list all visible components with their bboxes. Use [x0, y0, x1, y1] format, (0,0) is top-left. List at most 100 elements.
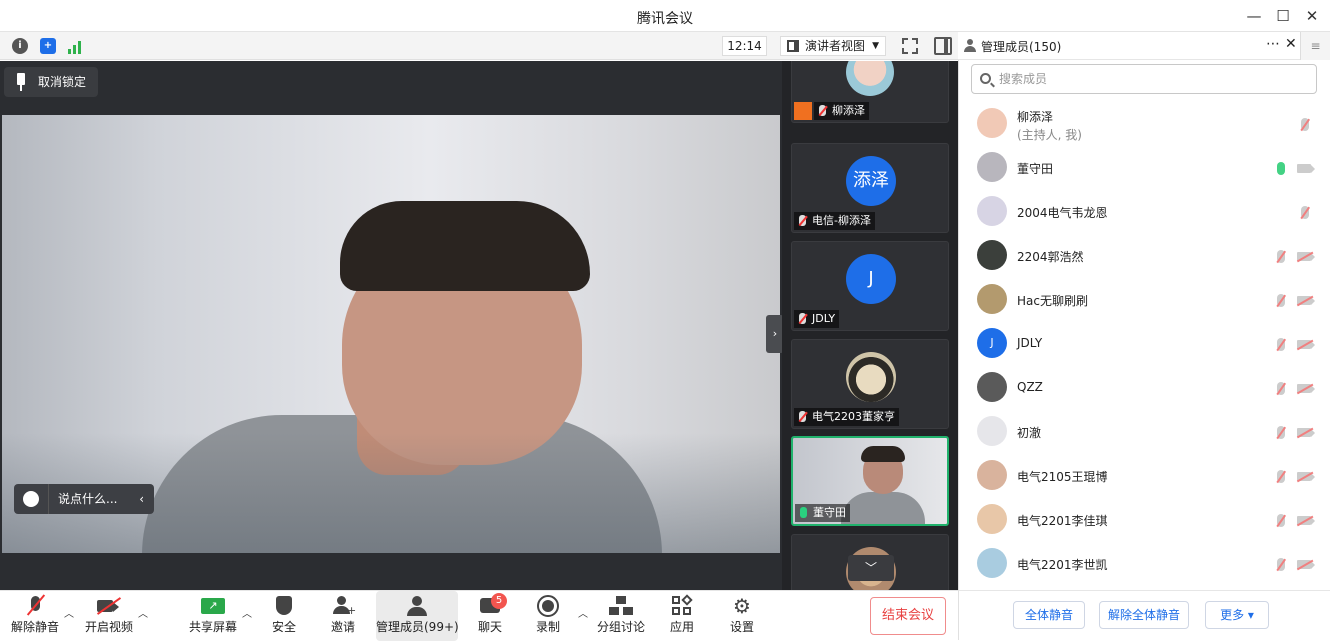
start-video-button[interactable]: 开启视频 — [82, 591, 136, 641]
mic-muted-icon[interactable] — [1277, 382, 1285, 395]
member-panel-header: 管理成员(150) ⋯ ✕ — [958, 32, 1330, 60]
unpin-button[interactable]: 取消锁定 — [4, 67, 99, 97]
quick-chat-box[interactable]: 说点什么... ‹ — [14, 484, 154, 514]
avatar — [977, 372, 1007, 402]
member-row[interactable]: 柳添泽 (主持人, 我) — [959, 102, 1330, 146]
info-icon[interactable]: i — [12, 38, 28, 54]
mic-muted-icon[interactable] — [1301, 118, 1309, 131]
invite-button[interactable]: + 邀请 — [322, 591, 364, 641]
mic-muted-icon[interactable] — [1277, 470, 1285, 483]
avatar — [846, 352, 896, 402]
member-row[interactable]: 电气2105王琨博 — [959, 454, 1330, 498]
member-row[interactable]: Hac无聊刷刷 — [959, 278, 1330, 322]
mic-muted-icon — [799, 313, 806, 324]
signal-icon[interactable] — [68, 40, 84, 54]
video-off-icon[interactable] — [1297, 516, 1311, 525]
member-name: 2204郭浩然 — [1017, 250, 1084, 264]
mic-muted-icon[interactable] — [1277, 294, 1285, 307]
share-screen-button[interactable]: ↗ 共享屏幕 — [186, 591, 240, 641]
chevron-down-icon: ▼ — [872, 41, 879, 51]
maximize-button[interactable]: ☐ — [1273, 6, 1293, 26]
manage-members-button[interactable]: 管理成员(99+) — [376, 591, 459, 641]
participant-thumb[interactable]: ﹀ — [791, 534, 949, 590]
mic-muted-icon[interactable] — [1277, 426, 1285, 439]
emoji-icon[interactable] — [23, 491, 39, 507]
shield-icon[interactable]: + — [40, 38, 56, 54]
menu-icon[interactable]: ≡ — [1300, 32, 1330, 60]
scroll-down-button[interactable]: ﹀ — [848, 555, 894, 581]
meeting-time: 12:14 — [722, 36, 767, 56]
video-off-icon[interactable] — [1297, 560, 1311, 569]
participant-thumb-active[interactable]: 董守田 — [791, 436, 949, 526]
view-selector[interactable]: 演讲者视图 ▼ — [780, 36, 886, 56]
more-options-icon[interactable]: ⋯ — [1266, 36, 1280, 52]
avatar — [846, 61, 894, 96]
member-row[interactable]: 电气2201李佳琪 — [959, 498, 1330, 542]
members-icon — [405, 596, 429, 616]
apps-icon — [670, 594, 694, 616]
record-button[interactable]: 录制 — [528, 591, 568, 641]
host-icon — [794, 102, 812, 120]
avatar — [977, 108, 1007, 138]
participant-thumb[interactable]: J JDLY — [791, 241, 949, 331]
close-panel-icon[interactable]: ✕ — [1285, 36, 1297, 52]
avatar — [977, 240, 1007, 270]
member-name: 董守田 — [1017, 162, 1054, 176]
security-button[interactable]: 安全 — [264, 591, 304, 641]
member-row[interactable]: 初澈 — [959, 410, 1330, 454]
view-label: 演讲者视图 — [805, 39, 866, 53]
apps-button[interactable]: 应用 — [662, 591, 702, 641]
member-name: 柳添泽 — [1017, 110, 1054, 124]
member-row[interactable]: QZZ — [959, 366, 1330, 410]
end-meeting-button[interactable]: 结束会议 — [870, 597, 946, 635]
mic-muted-icon[interactable] — [1277, 558, 1285, 571]
mute-all-button[interactable]: 全体静音 — [1013, 601, 1085, 629]
participant-thumb[interactable]: 柳添泽 — [791, 61, 949, 123]
member-row[interactable]: 2004电气韦龙恩 — [959, 190, 1330, 234]
participant-name-tag: 电信-柳添泽 — [794, 212, 875, 230]
avatar: J — [846, 254, 896, 304]
mic-muted-icon — [799, 215, 806, 226]
avatar — [977, 548, 1007, 578]
avatar: J — [977, 328, 1007, 358]
participant-name-tag: 柳添泽 — [814, 102, 869, 120]
member-row[interactable]: 电气2201李世凯 — [959, 542, 1330, 586]
video-icon[interactable] — [1297, 164, 1311, 173]
video-off-icon[interactable] — [1297, 340, 1311, 349]
chevron-up-icon[interactable]: ︿ — [64, 605, 74, 620]
chevron-up-icon[interactable]: ︿ — [138, 605, 148, 620]
search-input[interactable]: 搜索成员 — [971, 64, 1317, 94]
video-off-icon[interactable] — [1297, 472, 1311, 481]
mic-muted-icon[interactable] — [1277, 338, 1285, 351]
member-row[interactable]: J JDLY — [959, 322, 1330, 366]
close-button[interactable]: ✕ — [1302, 6, 1322, 26]
meeting-toolbar: i + 12:14 演讲者视图 ▼ — [0, 32, 958, 60]
breakout-icon — [609, 596, 633, 616]
mic-on-icon — [800, 507, 807, 518]
more-button[interactable]: 更多 ▾ — [1205, 601, 1269, 629]
chevron-up-icon[interactable]: ︿ — [242, 605, 252, 620]
mic-muted-icon[interactable] — [1277, 250, 1285, 263]
unmute-all-button[interactable]: 解除全体静音 — [1099, 601, 1189, 629]
mic-on-icon[interactable] — [1277, 162, 1285, 175]
sidebar-toggle-icon[interactable] — [934, 37, 952, 55]
settings-button[interactable]: ⚙ 设置 — [722, 591, 762, 641]
fullscreen-icon[interactable] — [902, 38, 918, 54]
chevron-up-icon[interactable]: ︿ — [578, 605, 588, 620]
mic-muted-icon[interactable] — [1277, 514, 1285, 527]
participant-thumb[interactable]: 电气2203董家亨 — [791, 339, 949, 429]
video-off-icon[interactable] — [1297, 252, 1311, 261]
unmute-button[interactable]: 解除静音 — [8, 591, 62, 641]
member-row[interactable]: 董守田 — [959, 146, 1330, 190]
participant-thumb[interactable]: 添泽 电信-柳添泽 — [791, 143, 949, 233]
minimize-button[interactable]: — — [1244, 6, 1264, 26]
member-row[interactable]: 2204郭浩然 — [959, 234, 1330, 278]
avatar — [977, 460, 1007, 490]
breakout-rooms-button[interactable]: 分组讨论 — [596, 591, 646, 641]
mic-muted-icon[interactable] — [1301, 206, 1309, 219]
member-panel-title: 管理成员(150) — [981, 40, 1062, 54]
video-off-icon[interactable] — [1297, 296, 1311, 305]
chevron-left-icon[interactable]: ‹ — [139, 484, 144, 514]
video-off-icon[interactable] — [1297, 428, 1311, 437]
video-off-icon[interactable] — [1297, 384, 1311, 393]
